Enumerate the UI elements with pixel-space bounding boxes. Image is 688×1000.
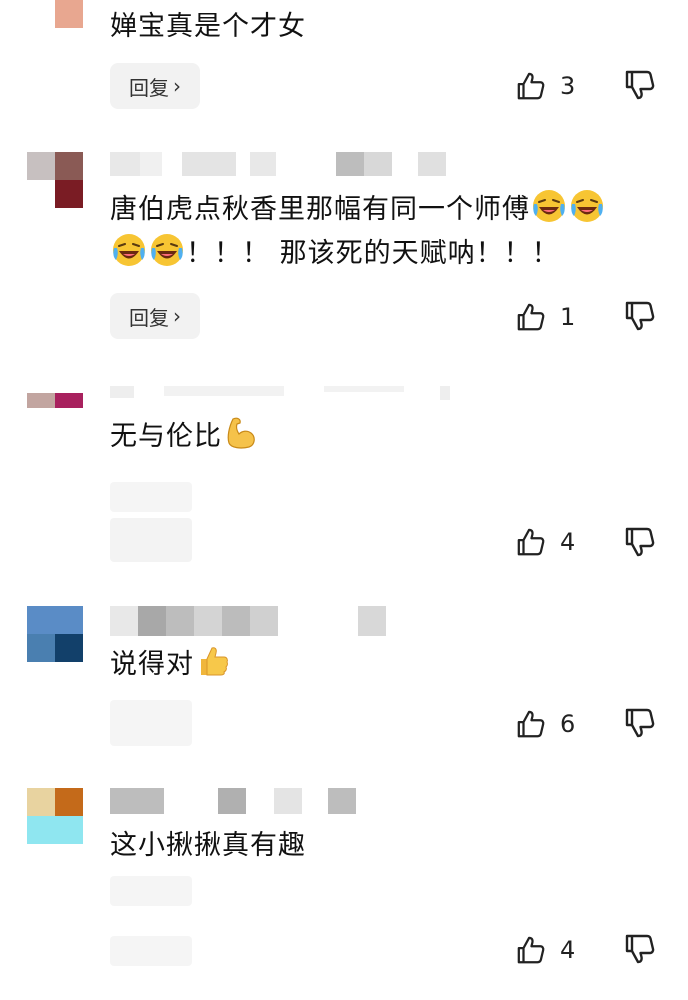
like-count: 4 <box>560 936 576 964</box>
thumbs-down-icon[interactable] <box>624 69 658 103</box>
chevron-right-icon: › <box>173 304 181 328</box>
thumbs-up-icon <box>516 302 546 332</box>
comment-text: 说得对 <box>110 643 232 687</box>
comment-text-label: 无与伦比 <box>110 421 222 452</box>
like-button[interactable]: 4 <box>516 522 575 562</box>
comment-text: 无与伦比 <box>110 415 260 459</box>
avatar[interactable] <box>27 393 83 423</box>
blurred-region <box>110 482 192 512</box>
blurred-region <box>110 518 192 562</box>
laughing-emoji-icon <box>149 232 185 268</box>
like-button[interactable]: 4 <box>516 930 575 970</box>
avatar[interactable] <box>27 788 83 844</box>
comment-text-line-1: 唐伯虎点秋香里那幅有同一个师傅 <box>110 194 530 225</box>
avatar[interactable] <box>27 152 83 208</box>
thumbs-down-icon[interactable] <box>624 526 658 560</box>
thumbs-down-icon[interactable] <box>624 300 658 334</box>
thumbs-down-icon[interactable] <box>624 933 658 967</box>
laughing-emoji-icon <box>531 188 567 224</box>
comment-text: 唐伯虎点秋香里那幅有同一个师傅 ！！！ 那该死的天赋呐！！！ <box>110 188 670 276</box>
thumbs-up-icon <box>516 71 546 101</box>
thumbs-up-emoji-icon <box>195 643 231 679</box>
reply-label: 回复 <box>129 75 169 100</box>
thumbs-up-icon <box>516 709 546 739</box>
blurred-region <box>110 936 192 966</box>
avatar[interactable] <box>55 0 83 28</box>
username-blurred <box>110 788 356 814</box>
reply-button[interactable]: 回复 › <box>110 293 200 339</box>
username-blurred <box>110 152 446 176</box>
like-button[interactable]: 3 <box>516 66 575 106</box>
laughing-emoji-icon <box>569 188 605 224</box>
like-count: 1 <box>560 303 576 331</box>
comment-text: 婵宝真是个才女 <box>110 11 306 42</box>
thumbs-up-icon <box>516 935 546 965</box>
blurred-region <box>110 700 192 746</box>
reply-button[interactable]: 回复 › <box>110 63 200 109</box>
username-blurred <box>110 386 450 402</box>
flexed-biceps-emoji-icon <box>223 415 259 451</box>
blurred-region <box>110 876 192 906</box>
like-count: 6 <box>560 710 576 738</box>
comment-text-label: 说得对 <box>110 649 194 680</box>
username-blurred <box>110 606 386 636</box>
avatar[interactable] <box>27 606 83 662</box>
chevron-right-icon: › <box>173 74 181 98</box>
thumbs-down-icon[interactable] <box>624 707 658 741</box>
thumbs-up-icon <box>516 527 546 557</box>
reply-label: 回复 <box>129 305 169 330</box>
laughing-emoji-icon <box>111 232 147 268</box>
comment-text-line-2: ！！！ 那该死的天赋呐！！！ <box>186 238 560 269</box>
like-count: 3 <box>560 72 576 100</box>
like-button[interactable]: 1 <box>516 297 575 337</box>
like-count: 4 <box>560 528 576 556</box>
like-button[interactable]: 6 <box>516 704 575 744</box>
comment-text: 这小揪揪真有趣 <box>110 830 306 861</box>
